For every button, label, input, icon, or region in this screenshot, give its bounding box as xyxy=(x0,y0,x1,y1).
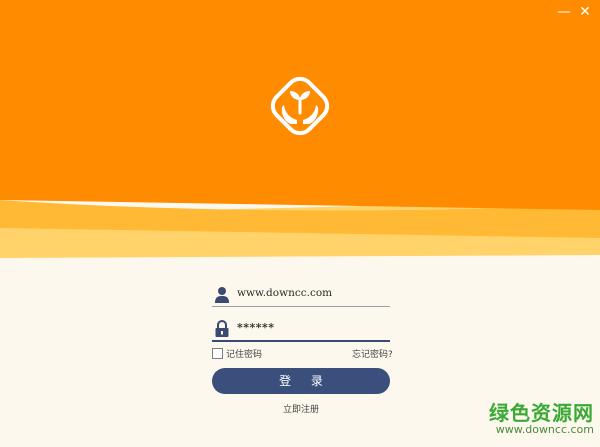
register-link[interactable]: 立即注册 xyxy=(212,402,390,415)
minimize-button[interactable]: — xyxy=(553,2,575,22)
remember-label: 记住密码 xyxy=(226,350,263,360)
watermark-url: www.downcc.com xyxy=(495,423,594,436)
close-button[interactable]: ✕ xyxy=(574,2,596,22)
password-field[interactable]: ****** xyxy=(212,318,390,342)
username-value: www.downcc.com xyxy=(237,287,333,299)
forgot-password-link[interactable]: 忘记密码? xyxy=(352,347,393,360)
lock-icon xyxy=(215,320,229,337)
user-icon xyxy=(215,287,229,303)
password-value: ****** xyxy=(237,321,275,334)
username-field[interactable]: www.downcc.com xyxy=(212,284,390,307)
remember-checkbox[interactable] xyxy=(212,348,223,359)
watermark-text: 绿色资源网 xyxy=(489,401,594,425)
watermark: 绿色资源网 www.downcc.com xyxy=(466,397,594,439)
login-button[interactable]: 登 录 xyxy=(212,368,390,394)
sprout-hands-icon xyxy=(270,76,330,136)
